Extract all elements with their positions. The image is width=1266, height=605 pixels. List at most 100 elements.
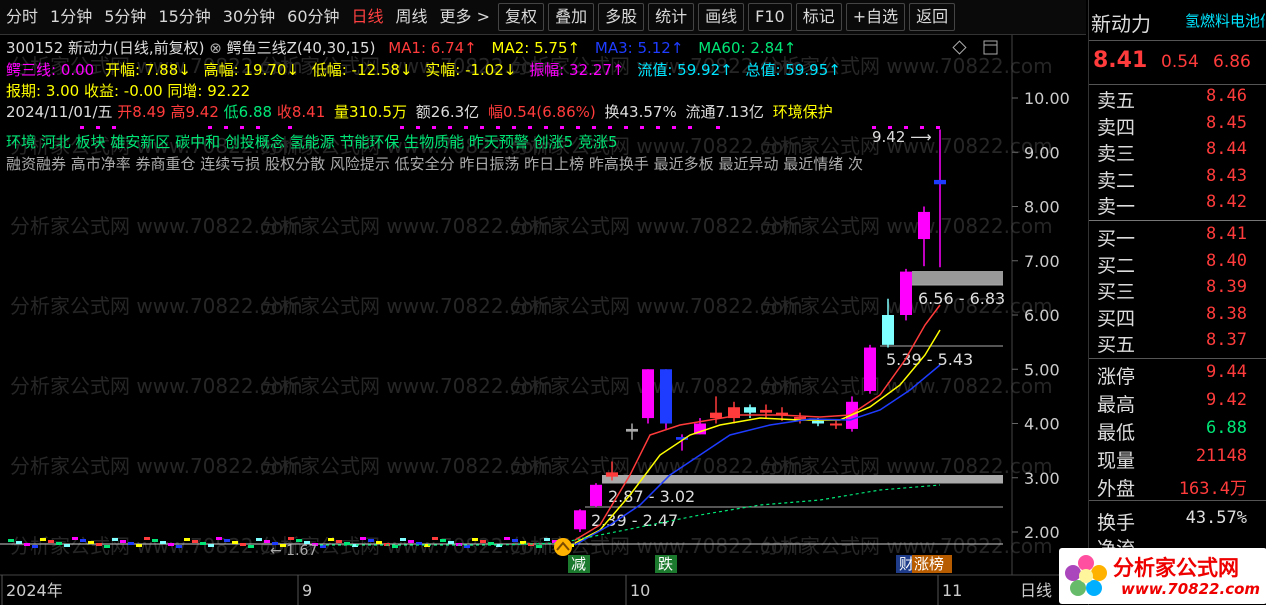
zone4-label: 2.39 - 2.47: [591, 511, 678, 530]
candle-body: [574, 510, 586, 530]
signal-dot: [716, 126, 720, 129]
mark-button[interactable]: 标记: [795, 3, 842, 31]
y-tick-label: 10.00: [1024, 89, 1070, 108]
signal-dot: [592, 126, 596, 129]
bid-2-row: 买二 8.40: [1089, 251, 1266, 277]
quote-turnover-value: 43.57%: [1185, 508, 1247, 528]
ma60-value: MA60: 2.84↑: [698, 39, 797, 57]
watermark-text: 分析家公式网 www.70822.com: [10, 294, 303, 318]
small-candle: [184, 538, 190, 541]
flower-logo-icon: [1065, 555, 1107, 596]
watermark-text: 分析家公式网 www.70822.com: [10, 374, 303, 398]
bar-concept: 环境保护: [772, 103, 833, 121]
signal-dot: [888, 126, 892, 129]
statistics-button[interactable]: 统计: [648, 3, 695, 31]
restore-rights-button[interactable]: 复权: [498, 3, 545, 31]
liuzhi-value: 流值: 59.92↑: [637, 61, 733, 79]
watermark-text: 分析家公式网 www.70822.com: [260, 294, 553, 318]
header-line-4: 2024/11/01/五 开8.49 高9.42 低6.88 收8.41 量31…: [6, 101, 833, 122]
ask-5-label: 卖五: [1097, 90, 1136, 112]
site-logo: 分析家公式网 www.70822.com: [1059, 548, 1266, 604]
ask-5-value: 8.46: [1206, 86, 1247, 106]
ask-3-value: 8.44: [1206, 139, 1247, 159]
small-candle: [536, 545, 542, 548]
small-candle: [40, 538, 46, 541]
period-tab-30min[interactable]: 30分钟: [217, 0, 281, 34]
y-tick-label: 3.00: [1024, 469, 1060, 488]
y-tick-label: 7.00: [1024, 252, 1060, 271]
period-tab-weekly[interactable]: 周线: [390, 0, 434, 34]
overlay-button[interactable]: 叠加: [548, 3, 595, 31]
peak-label: 9.42 ⟶: [872, 128, 932, 146]
period-tab-60min[interactable]: 60分钟: [281, 0, 345, 34]
indicator-name[interactable]: 鳄鱼三线Z(40,30,15): [227, 39, 376, 57]
kaifu-value: 开幅: 7.88↓: [105, 61, 191, 79]
bid-3-value: 8.39: [1206, 277, 1247, 297]
candle-body: [934, 179, 946, 185]
candle-body: [864, 347, 876, 391]
period-tab-daily[interactable]: 日线: [346, 0, 390, 34]
period-toolbar: 分时 1分钟 5分钟 15分钟 30分钟 60分钟 日线 周线 更多 > 复权 …: [0, 0, 1086, 35]
indicator-settings-icon[interactable]: ⊗: [209, 39, 222, 57]
small-candle: [544, 538, 550, 541]
bar-low: 低6.88: [223, 103, 273, 121]
small-candle: [408, 540, 414, 543]
ask-4-label: 卖四: [1097, 116, 1136, 139]
candle-body: [710, 412, 722, 419]
add-watchlist-button[interactable]: +自选: [845, 3, 906, 31]
period-tab-15min[interactable]: 15分钟: [152, 0, 216, 34]
draw-line-button[interactable]: 画线: [698, 3, 745, 31]
small-candle: [504, 537, 510, 540]
diamond-icon[interactable]: [952, 40, 967, 55]
bid-1-label: 买一: [1097, 228, 1136, 250]
signal-dot: [96, 126, 100, 129]
bar-high: 高9.42: [170, 103, 219, 121]
period-tab-5min[interactable]: 5分钟: [98, 0, 152, 34]
small-candle: [136, 544, 142, 547]
quote-turnover-label: 换手: [1097, 512, 1136, 534]
period-tab-fenshi[interactable]: 分时: [0, 0, 44, 34]
ma1-value: MA1: 6.74↑: [388, 39, 477, 57]
period-tab-1min[interactable]: 1分钟: [44, 0, 98, 34]
signal-cai: 财: [899, 555, 914, 573]
ask-1-label: 卖一: [1097, 196, 1136, 218]
shifu-value: 实幅: -1.02↓: [425, 61, 517, 79]
quote-price: 8.41: [1093, 48, 1148, 73]
watermark-text: 分析家公式网 www.70822.com: [760, 214, 1053, 238]
candle-body: [918, 211, 930, 240]
concept-tags-gray: 融资融券 高市净率 券商重仓 连续亏损 股权分散 风险提示 低安全分 昨日振荡 …: [6, 155, 863, 173]
signal-dot: [448, 126, 452, 129]
y-tick-label: 8.00: [1024, 198, 1060, 217]
stat-1-label: 最高: [1097, 394, 1136, 416]
difu-value: 低幅: -12.58↓: [311, 61, 413, 79]
stat-4-value: 163.4万: [1178, 479, 1247, 499]
quote-panel: 新动力 氢燃料电池倍 8.41 0.54 6.86 卖五 8.46 卖四 8.45 卖三…: [1059, 0, 1266, 605]
signal-dot: [904, 126, 908, 129]
signal-dot: [432, 126, 436, 129]
kline-chart-area[interactable]: 分析家公式网 www.70822.com 分析家公式网 www.70822.com…: [0, 35, 1086, 605]
multi-stock-button[interactable]: 多股: [598, 3, 645, 31]
signal-dot: [872, 126, 876, 129]
f10-button[interactable]: F10: [748, 3, 792, 31]
watermark-text: 分析家公式网 www.70822.com: [260, 374, 553, 398]
back-button[interactable]: 返回: [909, 3, 956, 31]
window-icon[interactable]: [983, 40, 998, 55]
zone1-label: 6.56 - 6.83: [918, 289, 1005, 308]
bar-open: 开8.49: [117, 103, 166, 121]
ma2-value: MA2: 5.75↑: [491, 39, 581, 57]
small-candle: [192, 540, 198, 543]
y-tick-label: 9.00: [1024, 143, 1060, 162]
period-more-button[interactable]: 更多 >: [434, 0, 497, 34]
x-tick-label: 9: [302, 581, 312, 600]
gaofu-value: 高幅: 19.70↓: [203, 61, 299, 79]
signal-dot: [528, 126, 532, 129]
up-arrow-signal-icon: [554, 538, 572, 556]
small-candle: [368, 539, 374, 542]
concept-tags-green: 环境 河北 板块 雄安新区 碳中和 创投概念 氢能源 节能环保 生物质能 昨天预…: [6, 133, 618, 151]
bar-turnover: 换43.57%: [604, 103, 677, 121]
ask-2-row: 卖二 8.43: [1089, 166, 1266, 192]
watermark-text: 分析家公式网 www.70822.com: [510, 294, 803, 318]
quote-sector[interactable]: 氢燃料电池倍: [1185, 10, 1265, 31]
watermark-text: 分析家公式网 www.70822.com: [510, 534, 803, 558]
bid-5-row: 买五 8.37: [1089, 330, 1266, 356]
